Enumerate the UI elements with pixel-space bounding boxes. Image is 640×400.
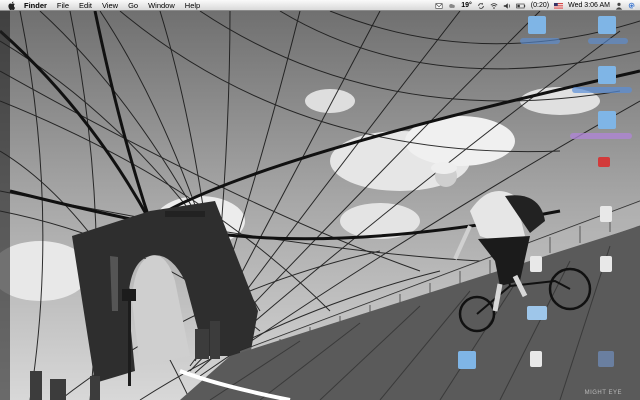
desktop-icon-folder-3[interactable] <box>598 66 616 84</box>
apple-menu-icon[interactable] <box>8 1 16 10</box>
desktop-icon-label-2 <box>588 38 628 44</box>
battery-icon[interactable] <box>516 2 526 10</box>
desktop-icon-label-4 <box>570 133 632 139</box>
flag-us-icon[interactable] <box>554 2 564 10</box>
menu-extras: 19° (0:20) Wed 3:06 AM <box>435 0 636 11</box>
menu-go[interactable]: Go <box>128 0 138 11</box>
menu-app-name[interactable]: Finder <box>24 0 47 11</box>
temperature-readout[interactable]: 19° <box>461 2 472 9</box>
desktop-icon-folder-2[interactable] <box>598 16 616 34</box>
menu-bar: Finder File Edit View Go Window Help 19°… <box>0 0 640 11</box>
desktop-icon-image-9[interactable] <box>527 306 547 320</box>
desktop-icon-app-5[interactable] <box>598 157 610 167</box>
menu-edit[interactable]: Edit <box>79 0 92 11</box>
sync-icon[interactable] <box>477 2 485 10</box>
desktop-icon-folder-11[interactable] <box>458 351 476 369</box>
brooklyn-bridge-wallpaper <box>0 11 640 400</box>
menu-view[interactable]: View <box>102 0 118 11</box>
menu-clock[interactable]: Wed 3:06 AM <box>568 2 610 9</box>
desktop-icon-document-8[interactable] <box>600 256 612 272</box>
mail-icon[interactable] <box>435 2 443 10</box>
desktop-icon-document-6[interactable] <box>600 206 612 222</box>
desktop-icon-document-7[interactable] <box>530 256 542 272</box>
desktop-icon-document-10[interactable] <box>530 351 542 367</box>
spotlight-search-icon[interactable] <box>628 2 636 10</box>
menu-file[interactable]: File <box>57 0 69 11</box>
desktop-icon-label-3 <box>572 87 632 93</box>
battery-time[interactable]: (0:20) <box>531 2 549 9</box>
menu-help[interactable]: Help <box>185 0 200 11</box>
desktop-background[interactable]: MIGHT EYE <box>0 11 640 400</box>
wifi-icon[interactable] <box>490 2 498 10</box>
photo-watermark: MIGHT EYE <box>584 390 622 396</box>
weather-cloud-icon[interactable] <box>448 2 456 10</box>
desktop-icon-folder-1[interactable] <box>528 16 546 34</box>
desktop-icon-folder-4[interactable] <box>598 111 616 129</box>
desktop-icon-folder-12[interactable] <box>598 351 614 367</box>
menu-window[interactable]: Window <box>148 0 175 11</box>
user-icon[interactable] <box>615 2 623 10</box>
volume-icon[interactable] <box>503 2 511 10</box>
desktop-icon-label-1 <box>520 38 560 44</box>
